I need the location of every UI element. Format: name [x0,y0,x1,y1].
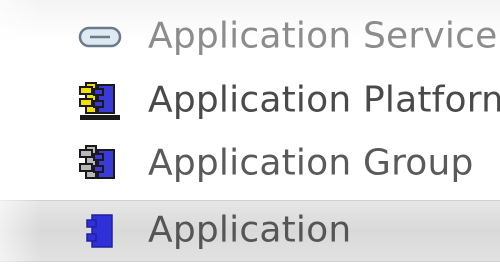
menu-item-label: Application [148,209,352,251]
menu-item-application[interactable]: Application [0,200,500,262]
menu-item-application-group[interactable]: Application Group [0,133,500,195]
application-service-icon [70,13,130,61]
application-icon [70,207,130,255]
menu-item-label: Application Platform [148,79,500,121]
context-menu: Application Service Application Platform [0,0,500,267]
menu-item-application-platform[interactable]: Application Platform [0,70,500,132]
menu-item-application-service[interactable]: Application Service [0,6,500,68]
application-group-icon [70,140,130,188]
menu-item-label: Application Service [148,15,498,57]
application-platform-icon [70,77,130,125]
menu-item-label: Application Group [148,142,474,184]
